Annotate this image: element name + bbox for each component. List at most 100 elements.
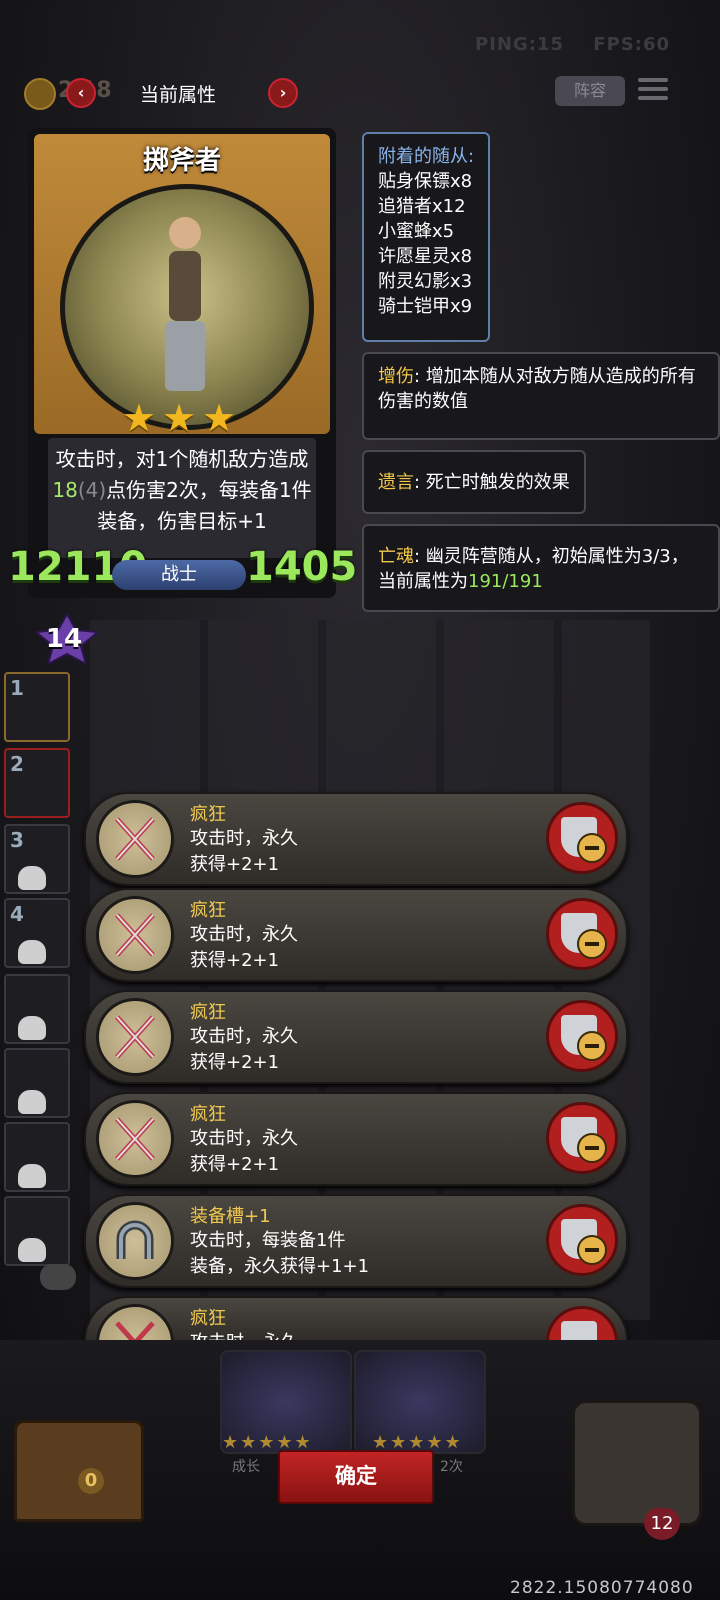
attached-minions-panel: 附着的随从: 贴身保镖x8 追猎者x12 小蜜蜂x5 许愿星灵x8 附灵幻影x3… [362,132,491,342]
skull-icon [18,940,46,964]
shop-card-right-text: 2次 [440,1459,463,1475]
skull-icon [18,1016,46,1040]
team-slot[interactable]: 4 [4,898,70,968]
menu-icon[interactable] [638,78,668,102]
unequip-button[interactable] [546,1306,618,1342]
attached-header: 附着的随从: [378,146,475,167]
skull-icon [18,1238,46,1262]
equipment-item[interactable]: 疯狂 攻击时，永久 获得+2+1 [84,888,628,982]
unequip-button[interactable] [546,1102,618,1174]
coin-icon [24,78,56,110]
item-name: 疯狂 [190,1104,226,1125]
item-effect-line1: 攻击时，永久 [190,828,298,849]
minus-icon [577,1235,607,1265]
item-effect-line2: 获得+2+1 [190,854,280,875]
skull-icon [18,866,46,890]
health-value: 1405 [246,544,358,590]
item-effect-line2: 获得+2+1 [190,950,280,971]
item-effect-line2: 获得+2+1 [190,1052,280,1073]
team-slot[interactable] [4,1122,70,1192]
axe-thrower-figure [165,217,205,391]
team-slot[interactable] [4,1196,70,1266]
item-name: 疯狂 [190,1308,226,1329]
unit-name: 掷斧者 [142,146,221,176]
slot-number: 4 [10,902,24,926]
attached-item: 小蜜蜂x5 [378,221,455,242]
equipment-item[interactable]: 疯狂 攻击时，永久 获得+2+1 [84,792,628,886]
horseshoe-icon [96,1202,174,1280]
team-slot[interactable]: 2 [4,748,70,818]
keyword-damage-panel: 增伤: 增加本随从对敌方随从造成的所有伤害的数值 [362,352,720,440]
top-bar: 2 18 ‹ 当前属性 › 阵容 [0,70,720,114]
next-arrow-button[interactable]: › [268,78,298,108]
slot-number: 3 [10,828,24,852]
team-slot[interactable] [4,1048,70,1118]
keyword-deathrattle-text: : 死亡时触发的效果 [414,472,570,493]
ping-readout: PING:15 [475,34,565,55]
keyword-soul: 亡魂 [378,546,414,567]
skull-icon [18,1164,46,1188]
page-title: 当前属性 [140,84,217,106]
team-slot[interactable]: 3 [4,824,70,894]
minus-icon [577,1133,607,1163]
item-effect-line1: 攻击时，永久 [190,924,298,945]
desc-bonus: (4) [77,478,107,502]
crossed-daggers-icon [96,1304,174,1342]
player-portrait[interactable] [572,1400,702,1526]
unequip-button[interactable] [546,898,618,970]
item-name: 疯狂 [190,804,226,825]
level-number: 14 [45,624,83,654]
crossed-daggers-icon [96,896,174,974]
minus-icon [577,833,607,863]
equipment-item[interactable]: 疯狂 攻击时，永久 获得+2+1 [84,1092,628,1186]
crossed-daggers-icon [96,800,174,878]
fps-readout: FPS:60 [593,34,670,55]
lineup-button[interactable]: 阵容 [555,76,625,106]
desc-part2: 点伤害2次，每装备1件装备，伤害目标+1 [97,478,312,533]
chat-icon[interactable] [40,1264,76,1290]
item-name: 疯狂 [190,1002,226,1023]
confirm-button[interactable]: 确定 [278,1450,434,1504]
item-name: 疯狂 [190,900,226,921]
item-effect-line1: 攻击时，每装备1件 [190,1230,346,1251]
keyword-deathrattle-panel: 遗言: 死亡时触发的效果 [362,450,586,514]
footer-number: 2822.15080774080 [510,1578,694,1598]
item-name: 装备槽+1 [190,1206,271,1227]
unequip-button[interactable] [546,1000,618,1072]
unit-portrait [60,184,314,430]
desc-damage: 18 [52,478,78,502]
keyword-damage-text: : 增加本随从对敌方随从造成的所有伤害的数值 [378,366,696,412]
equipment-item[interactable]: 疯狂 攻击时，永久 获得+2+1 [84,990,628,1084]
minus-icon [577,1031,607,1061]
crossed-daggers-icon [96,1100,174,1178]
keyword-damage: 增伤 [378,366,414,387]
crossed-daggers-icon [96,998,174,1076]
equipment-item[interactable]: 装备槽+1 攻击时，每装备1件 装备，永久获得+1+1 [84,1194,628,1288]
treasure-chest[interactable] [14,1420,144,1522]
keyword-soul-panel: 亡魂: 幽灵阵营随从，初始属性为3/3，当前属性为191/191 [362,524,720,612]
chest-count: 0 [78,1468,104,1494]
attached-item: 许愿星灵x8 [378,246,473,267]
unequip-button[interactable] [546,1204,618,1276]
skull-icon [18,1090,46,1114]
performance-stats: PING:15 FPS:60 [453,34,670,55]
item-effect-line1: 攻击时，永久 [190,1128,298,1149]
slot-number: 1 [10,676,24,700]
shop-card-left-text: 成长 [232,1459,260,1475]
slot-number: 2 [10,752,24,776]
equipment-item[interactable]: 疯狂 攻击时，永久 [84,1296,628,1344]
item-effect-line1: 攻击时，永久 [190,1026,298,1047]
item-effect-line2: 获得+2+1 [190,1154,280,1175]
prev-arrow-button[interactable]: ‹ [66,78,96,108]
unequip-button[interactable] [546,802,618,874]
unit-star-rating: ★★★ [121,396,243,440]
item-effect-line2: 装备，永久获得+1+1 [190,1256,370,1277]
attached-item: 追猎者x12 [378,196,466,217]
minus-icon [577,929,607,959]
desc-part1: 攻击时，对1个随机敌方造成 [55,447,309,471]
team-slot[interactable]: 1 [4,672,70,742]
keyword-deathrattle: 遗言 [378,472,414,493]
team-slot[interactable] [4,974,70,1044]
class-tag: 战士 [112,560,246,590]
attached-item: 贴身保镖x8 [378,171,473,192]
